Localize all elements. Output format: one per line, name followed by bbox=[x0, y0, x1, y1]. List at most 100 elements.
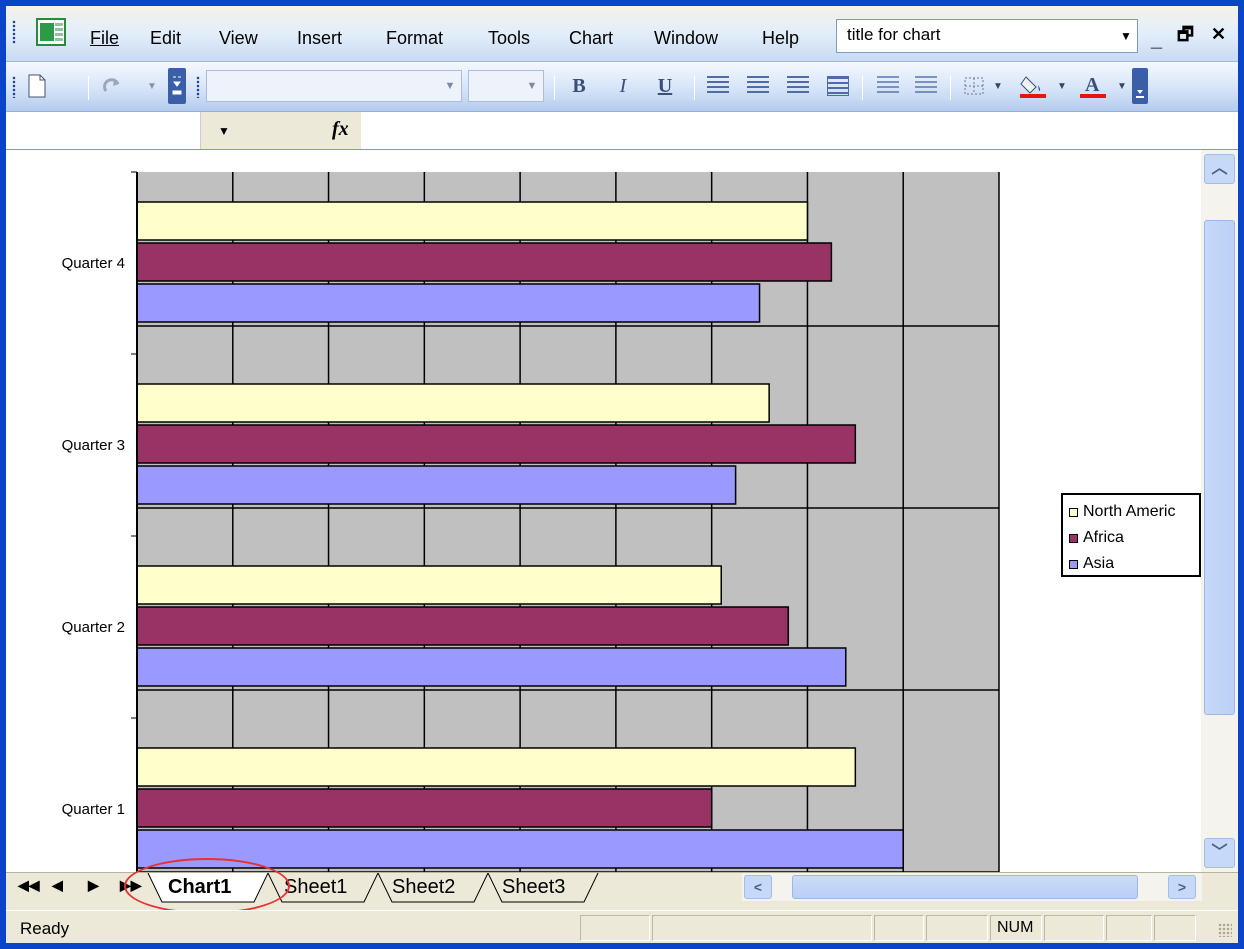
scroll-down-icon[interactable]: ﹀ bbox=[1204, 838, 1235, 868]
align-left-icon[interactable] bbox=[704, 72, 732, 100]
resize-grip-icon[interactable] bbox=[1218, 923, 1232, 937]
menu-edit[interactable]: Edit bbox=[150, 28, 181, 48]
menu-insert[interactable]: Insert bbox=[297, 28, 342, 48]
toolbar-grip-2[interactable] bbox=[196, 76, 200, 98]
formatting-toolbar: ▼ ▼ ▼ B I U ▼ ▼ A ▼ bbox=[6, 62, 1238, 112]
toolbar-separator bbox=[862, 76, 863, 100]
bar-africa-q2 bbox=[136, 606, 790, 646]
legend-label: Africa bbox=[1083, 529, 1124, 546]
menu-window[interactable]: Window bbox=[654, 28, 718, 48]
italic-button[interactable]: I bbox=[610, 72, 636, 100]
bar-chart[interactable]: Quarter 4 Quarter 3 Quarter 2 Quarter 1 bbox=[6, 150, 1201, 872]
minimize-button[interactable]: _ bbox=[1151, 28, 1162, 52]
chevron-down-icon[interactable]: ▼ bbox=[521, 71, 543, 101]
insert-function-icon[interactable]: fx bbox=[332, 118, 349, 141]
borders-dropdown-icon[interactable]: ▼ bbox=[992, 72, 1004, 100]
menu-help[interactable]: Help bbox=[762, 28, 799, 48]
legend-label: Asia bbox=[1083, 555, 1115, 572]
scroll-left-icon[interactable]: < bbox=[744, 875, 772, 899]
decrease-indent-icon[interactable] bbox=[874, 72, 902, 100]
vertical-scroll-thumb[interactable] bbox=[1204, 220, 1235, 715]
svg-text:A: A bbox=[1085, 74, 1100, 96]
legend-item: Asia bbox=[1069, 551, 1193, 575]
scroll-right-icon[interactable]: > bbox=[1168, 875, 1196, 899]
new-document-icon[interactable] bbox=[24, 72, 50, 100]
chart-sheet: Quarter 4 Quarter 3 Quarter 2 Quarter 1 Nor… bbox=[6, 150, 1201, 872]
excel-app-icon[interactable] bbox=[36, 18, 66, 46]
borders-icon[interactable] bbox=[960, 72, 988, 100]
bold-button[interactable]: B bbox=[566, 72, 592, 100]
merge-center-icon[interactable] bbox=[824, 72, 852, 100]
menu-chart[interactable]: Chart bbox=[569, 28, 613, 48]
bar-africa-q1 bbox=[136, 788, 713, 828]
vertical-scrollbar[interactable]: ︿ ﹀ bbox=[1201, 150, 1238, 872]
status-num: NUM bbox=[990, 915, 1042, 941]
bar-north-america-q2 bbox=[136, 565, 722, 605]
highlight-ellipse bbox=[124, 858, 290, 914]
first-sheet-icon[interactable]: ◀◀ bbox=[18, 877, 40, 894]
bar-north-america-q4 bbox=[136, 201, 809, 241]
bar-asia-q3 bbox=[136, 465, 737, 505]
status-panel bbox=[926, 915, 988, 941]
bar-asia-q4 bbox=[136, 283, 761, 323]
toolbar-grip[interactable] bbox=[12, 76, 16, 98]
category-label: Quarter 3 bbox=[62, 437, 125, 454]
category-label: Quarter 4 bbox=[62, 255, 125, 272]
chevron-down-icon[interactable]: ▼ bbox=[1115, 20, 1137, 52]
font-name-select[interactable]: ▼ bbox=[206, 70, 462, 102]
toolbar-separator bbox=[694, 76, 695, 100]
tab-sheet3[interactable]: Sheet3 bbox=[502, 873, 565, 903]
bar-north-america-q1 bbox=[136, 747, 857, 787]
tab-sheet1[interactable]: Sheet1 bbox=[284, 873, 347, 903]
status-panel bbox=[652, 915, 872, 941]
menu-view[interactable]: View bbox=[219, 28, 258, 48]
toolbar-separator bbox=[88, 76, 89, 100]
scroll-up-icon[interactable]: ︿ bbox=[1204, 154, 1235, 184]
redo-dropdown-icon[interactable]: ▼ bbox=[146, 72, 158, 100]
tab-sheet2[interactable]: Sheet2 bbox=[392, 873, 455, 903]
legend-item: North Americ bbox=[1069, 499, 1193, 525]
legend-label: North Americ bbox=[1083, 503, 1176, 520]
prev-sheet-icon[interactable]: ◀ bbox=[52, 877, 63, 894]
restore-button[interactable]: 🗗 bbox=[1177, 22, 1194, 46]
fill-color-dropdown-icon[interactable]: ▼ bbox=[1056, 72, 1068, 100]
underline-button[interactable]: U bbox=[652, 72, 678, 100]
legend-swatch bbox=[1069, 533, 1078, 543]
chart-object-select[interactable]: title for chart ▼ bbox=[836, 19, 1138, 53]
horizontal-scrollbar[interactable]: < > bbox=[742, 873, 1202, 901]
category-label: Quarter 1 bbox=[62, 801, 125, 818]
chart-object-select-value: title for chart bbox=[847, 25, 941, 44]
close-button[interactable]: ✕ bbox=[1211, 22, 1226, 46]
toolbar-separator bbox=[950, 76, 951, 100]
legend-swatch bbox=[1069, 507, 1078, 517]
bar-africa-q3 bbox=[136, 424, 857, 464]
bar-africa-q4 bbox=[136, 242, 833, 282]
status-bar: Ready NUM bbox=[6, 910, 1238, 943]
menu-file[interactable]: File bbox=[90, 28, 119, 48]
legend-swatch bbox=[1069, 559, 1078, 569]
chevron-down-icon[interactable]: ▼ bbox=[439, 71, 461, 101]
redo-icon[interactable] bbox=[98, 72, 128, 100]
chevron-down-icon[interactable]: ▼ bbox=[218, 124, 230, 138]
font-color-dropdown-icon[interactable]: ▼ bbox=[1116, 72, 1128, 100]
align-right-icon[interactable] bbox=[784, 72, 812, 100]
name-box[interactable] bbox=[6, 112, 201, 149]
menu-format[interactable]: Format bbox=[386, 28, 443, 48]
font-color-icon[interactable]: A bbox=[1076, 72, 1110, 100]
status-text: Ready bbox=[20, 919, 70, 938]
next-sheet-icon[interactable]: ▶ bbox=[88, 877, 99, 894]
toolbar-options-icon[interactable] bbox=[1132, 68, 1148, 104]
increase-indent-icon[interactable] bbox=[912, 72, 940, 100]
menu-tools[interactable]: Tools bbox=[488, 28, 530, 48]
align-center-icon[interactable] bbox=[744, 72, 772, 100]
font-size-select[interactable]: ▼ bbox=[468, 70, 544, 102]
category-label: Quarter 2 bbox=[62, 619, 125, 636]
horizontal-scroll-thumb[interactable] bbox=[792, 875, 1138, 899]
legend-item: Africa bbox=[1069, 525, 1193, 551]
fill-color-icon[interactable] bbox=[1016, 72, 1050, 100]
bar-asia-q2 bbox=[136, 647, 847, 687]
status-panel bbox=[1154, 915, 1196, 941]
chart-legend[interactable]: North Americ Africa Asia bbox=[1061, 493, 1201, 577]
menu-grip[interactable] bbox=[12, 20, 16, 44]
toolbar-options-icon[interactable] bbox=[168, 68, 186, 104]
